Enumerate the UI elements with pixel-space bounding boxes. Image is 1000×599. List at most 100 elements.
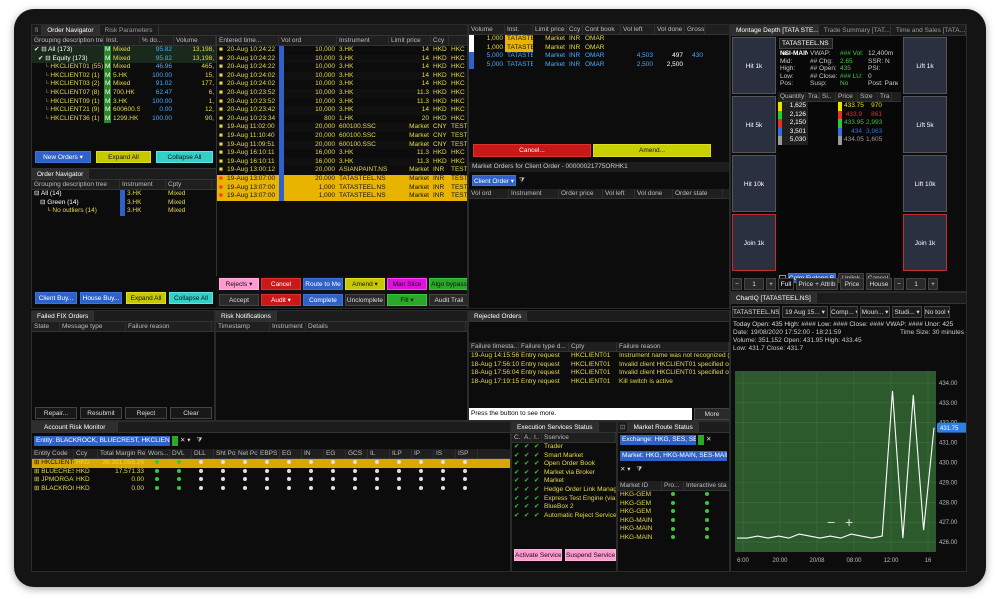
complete-button[interactable]: Complete <box>303 294 343 306</box>
order-row[interactable]: ■ 20-Aug 10:24:22 10,000 3.HK 14 HKD HKC <box>217 46 467 55</box>
order-row[interactable]: ■ 20-Aug 10:24:02 10,000 3.HK 14 HKD HKC <box>217 71 467 81</box>
clear-entity-icon[interactable]: ✕ ▾ <box>180 436 191 446</box>
mo-header-6[interactable]: Vol done <box>655 25 685 34</box>
cancel-order-button[interactable]: Cancel... <box>473 144 591 157</box>
tab-montage-2[interactable]: Time and Sales [TATA... <box>890 25 966 35</box>
collapse-all-2-button[interactable]: Collapse All <box>169 292 213 304</box>
tab-order-navigator-2[interactable]: Order Navigator <box>32 169 90 179</box>
tab-exec-services[interactable]: Execution Services Status <box>512 422 599 432</box>
tree-row[interactable]: └ HKCLIENT03 (2) M Mixed 91.02 177, <box>32 80 216 89</box>
rejected-row[interactable]: 18-Aug 17:19:15 Entry request HKCLIENT01 Ki… <box>469 378 729 387</box>
tree-header-1[interactable]: Inst. <box>104 36 140 45</box>
qty-stepper-right-2[interactable]: + <box>928 278 938 290</box>
account-risk-header-16[interactable]: IS <box>434 449 456 458</box>
qty-stepper-right-0[interactable]: − <box>894 278 904 290</box>
amend-button[interactable]: Amend ▾ <box>345 278 385 290</box>
failed-fix-header-1[interactable]: Message type <box>60 322 126 331</box>
uncomplete-button[interactable]: Unclomplete <box>345 294 385 306</box>
depth-row[interactable]: 2,150 433.95 2,993 <box>778 119 901 128</box>
depth-row[interactable]: 5,030 434.05 1,605 <box>778 136 901 145</box>
rejects-button[interactable]: Rejects ▾ <box>219 278 259 290</box>
rejected-header-1[interactable]: Failure type d... <box>519 342 569 351</box>
symbol-input[interactable]: TATASTEEL.NS ⌯ <box>779 38 833 57</box>
chart-toolbar-0[interactable]: TATASTEEL.NS <box>732 306 780 318</box>
account-risk-header-13[interactable]: IL <box>368 449 390 458</box>
account-risk-header-17[interactable]: ISP <box>456 449 478 458</box>
account-risk-header-12[interactable]: GCS <box>346 449 368 458</box>
qty-stepper-left-2[interactable]: + <box>766 278 776 290</box>
tree-row[interactable]: └ HKCLIENT01 (55) M Mixed 46.96 465, <box>32 63 216 72</box>
order-row[interactable]: ■ 19-Aug 11:10:40 20,000 600100.SSC Market CN… <box>217 131 467 141</box>
audit-button[interactable]: Audit ▾ <box>261 294 301 306</box>
account-risk-header-7[interactable]: Net Pos <box>236 449 258 458</box>
lift-button-1[interactable]: Lift 5k <box>903 96 947 153</box>
exchange-filter[interactable]: Exchange: HKG, SES, SET <box>620 435 696 445</box>
expand-icon[interactable]: ⊟ <box>45 55 52 62</box>
filter-icon[interactable]: ⧩ <box>519 175 529 186</box>
service-row[interactable]: ✔ ✔ ✔ Market via Broker <box>512 469 616 478</box>
more-button[interactable]: More <box>694 408 729 420</box>
client-order-header-4[interactable]: Vol done <box>635 189 673 198</box>
zoom-out-icon[interactable]: − <box>827 514 835 530</box>
market-order-row[interactable]: 1,000TATASTEEL Market INR OMAR <box>469 43 729 53</box>
on2-row[interactable]: ⊟ All (14) 3.HK Mixed <box>32 190 216 199</box>
rejected-header-3[interactable]: Failure reason <box>617 342 729 351</box>
chart-toolbar-2[interactable]: Comp... ▾ <box>830 306 858 318</box>
lift-button-3[interactable]: Join 1k <box>903 214 947 271</box>
orders-header-5[interactable] <box>449 36 467 45</box>
montage-footer-tab-0[interactable]: Full <box>778 278 794 290</box>
tab-rejected-orders[interactable]: Rejected Orders <box>469 311 528 321</box>
montage-footer-tab-1[interactable]: Price + Attrib <box>796 278 838 290</box>
tab-risk-parameters[interactable]: Risk Parameters <box>99 25 159 35</box>
account-row[interactable]: ⊞ BLUECRESTHKD 17,571.33 <box>32 467 510 477</box>
entity-filter[interactable]: Entity: BLACKROCK, BLUECREST, HKCLIENT01… <box>34 436 170 446</box>
failed-fix-button-2[interactable]: Reject <box>125 407 167 419</box>
order-row[interactable]: ■ 19-Aug 13:00:12 20,000 ASIANPAINT.NS Marke… <box>217 166 467 175</box>
lift-button-0[interactable]: Lift 1k <box>903 37 947 94</box>
service-row[interactable]: ✔ ✔ ✔ Trader <box>512 443 616 452</box>
orders-header-4[interactable]: Ccy <box>431 36 449 45</box>
depth-header-4[interactable]: Size <box>858 91 878 101</box>
rejected-header-0[interactable]: Failure timesta... <box>469 342 519 351</box>
order-row[interactable]: ■ 20-Aug 10:24:22 10,000 3.HK 14 HKD HKC <box>217 63 467 72</box>
service-row[interactable]: ✔ ✔ ✔ Automatic Reject Service <box>512 512 616 521</box>
tree-row[interactable]: └ HKCLIENT36 (1) M 1299.HK 100.00 90, <box>32 114 216 124</box>
mo-header-0[interactable]: Volume <box>469 25 505 34</box>
order-row[interactable]: ■ 20-Aug 10:23:52 10,000 3.HK 11.3 HKD HKC <box>217 97 467 107</box>
hit-button-1[interactable]: Hit 5k <box>732 96 776 153</box>
orders-header-0[interactable]: Entered time... <box>217 36 279 45</box>
chart-toolbar-1[interactable]: 19 Aug 15... ▾ <box>782 306 828 318</box>
expand-all-button[interactable]: Expand All <box>96 151 151 163</box>
account-risk-header-5[interactable]: DLL <box>192 449 214 458</box>
collapse-all-button[interactable]: Collapse All <box>156 151 213 163</box>
risk-notifications-header-2[interactable]: Details <box>306 322 466 331</box>
rejected-row[interactable]: 19-Aug 14:15:56 Entry request HKCLIENT01 In… <box>469 352 729 361</box>
account-risk-header-15[interactable]: IP <box>412 449 434 458</box>
man-slice-button[interactable]: Man Slice <box>387 278 427 290</box>
on2-header-2[interactable]: Cpty <box>166 180 212 189</box>
route-row[interactable]: HKG-GEM <box>618 491 729 500</box>
new-orders-button[interactable]: New Orders ▾ <box>35 151 91 163</box>
orders-header-3[interactable]: Limit price <box>389 36 431 45</box>
orders-header-2[interactable]: Instrument <box>337 36 389 45</box>
fill-button[interactable]: Fill ▾ <box>387 294 427 306</box>
order-row[interactable]: ■ 20-Aug 10:23:42 10,000 3.HK 14 HKD HKC <box>217 106 467 115</box>
tree-row[interactable]: ✔ ⊟ All (173) M Mixed 95.82 13,198, <box>32 46 216 55</box>
service-row[interactable]: ✔ ✔ ✔ Smart Market <box>512 452 616 461</box>
account-risk-header-2[interactable]: Total Margin Req <box>98 449 146 458</box>
tab-failed-fix[interactable]: Failed FIX Orders <box>32 311 95 321</box>
order-row[interactable]: ■ 19-Aug 13:07:00 20,000 TATASTEEL.NS Market… <box>217 174 467 184</box>
orders-header-1[interactable]: Vol ord <box>279 36 337 45</box>
order-row[interactable]: ■ 19-Aug 16:10:11 16,000 3.HK 11.3 HKD HKC <box>217 157 467 167</box>
risk-notifications-header-0[interactable]: Timestamp <box>216 322 270 331</box>
order-row[interactable]: ■ 19-Aug 16:10:11 16,000 3.HK 11.3 HKD HKC <box>217 149 467 158</box>
client-order-header-0[interactable]: Vol ord <box>469 189 509 198</box>
service-row[interactable]: ✔ ✔ ✔ Express Test Engine (via ) <box>512 495 616 504</box>
account-risk-header-11[interactable]: EG <box>324 449 346 458</box>
tab-order-navigator[interactable]: Order Navigator <box>42 25 100 35</box>
failed-fix-button-0[interactable]: Repair... <box>35 407 77 419</box>
account-risk-header-4[interactable]: DVL <box>170 449 192 458</box>
depth-row[interactable]: 3,501 434 3,963 <box>778 127 901 137</box>
montage-footer-tab-3[interactable]: House <box>866 278 892 290</box>
depth-header-3[interactable]: Price <box>836 91 858 101</box>
